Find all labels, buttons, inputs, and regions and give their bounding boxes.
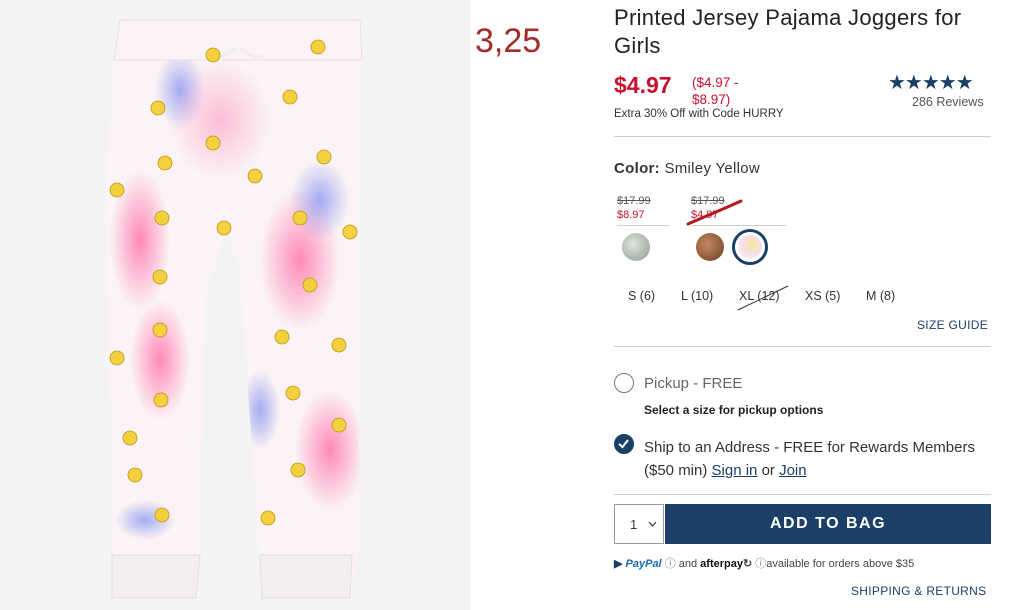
ship-radio-checked[interactable] — [614, 434, 634, 454]
size-unavailable-cross-icon — [737, 285, 789, 311]
afterpay-logo-icon: ↻ — [742, 558, 753, 570]
sign-in-link[interactable]: Sign in — [712, 462, 758, 479]
payment-options: ▶ PayPal ⓘ and afterpay↻ ⓘavailable for … — [614, 555, 914, 571]
price-strike-annotation — [686, 199, 743, 226]
join-link[interactable]: Join — [779, 462, 807, 479]
price-range: ($4.97 - $8.97) — [692, 75, 739, 107]
quantity-value: 1 — [630, 517, 638, 532]
color-selection-label: Color: Smiley Yellow — [614, 160, 760, 177]
size-option[interactable]: XS (5) — [805, 289, 840, 303]
and-text: and — [678, 558, 698, 570]
product-image[interactable] — [0, 0, 470, 610]
chevron-down-icon — [648, 521, 657, 527]
size-option[interactable]: L (10) — [681, 289, 713, 303]
pickup-hint: Select a size for pickup options — [644, 403, 824, 417]
checkmark-icon — [618, 439, 629, 449]
divider — [614, 346, 991, 347]
swatch-smiley-yellow-selected[interactable] — [732, 229, 768, 265]
divider — [617, 225, 669, 226]
divider — [691, 225, 786, 226]
product-title: Printed Jersey Pajama Joggers for Girls — [614, 5, 962, 58]
size-option[interactable]: S (6) — [628, 289, 655, 303]
color-label: Color: — [614, 160, 660, 177]
rating-stars-icon[interactable]: ★★★★★ — [888, 70, 974, 95]
or-text: or — [761, 462, 775, 479]
afterpay-label: afterpay — [700, 558, 743, 570]
ship-label[interactable]: Ship to an Address - FREE for Rewards Me… — [644, 436, 984, 482]
original-price: $17.99 — [617, 195, 651, 207]
swatch-group-price: $17.99 $8.97 — [617, 194, 651, 222]
info-icon[interactable]: ⓘ — [755, 558, 766, 570]
size-option[interactable]: M (8) — [866, 289, 895, 303]
reviews-link[interactable]: 286 Reviews — [912, 95, 984, 109]
swatch-bronze[interactable] — [696, 233, 724, 261]
afterpay-note: available for orders above $35 — [766, 558, 915, 570]
sale-price: $4.97 — [614, 72, 672, 98]
quantity-select[interactable]: 1 — [614, 504, 664, 544]
size-guide-link[interactable]: SIZE GUIDE — [917, 318, 988, 332]
add-to-bag-button[interactable]: ADD TO BAG — [665, 504, 991, 544]
paypal-label: PayPal — [625, 558, 662, 570]
swatch-smiley-yellow — [738, 235, 762, 259]
info-icon[interactable]: ⓘ — [665, 558, 676, 570]
divider — [614, 494, 991, 495]
divider — [614, 136, 991, 137]
swatch-silver[interactable] — [622, 233, 650, 261]
promo-text: Extra 30% Off with Code HURRY — [614, 108, 784, 120]
group-sale-price: $8.97 — [617, 209, 645, 221]
pickup-radio[interactable] — [614, 373, 634, 393]
paypal-logo-icon: ▶ — [614, 558, 623, 570]
annotation-price-note: 3,25 — [475, 22, 542, 60]
pickup-label[interactable]: Pickup - FREE — [644, 375, 742, 392]
color-value: Smiley Yellow — [664, 160, 761, 177]
ship-label-text: Ship to an Address - FREE for Rewards Me… — [644, 439, 975, 479]
shipping-returns-link[interactable]: SHIPPING & RETURNS — [851, 584, 986, 598]
